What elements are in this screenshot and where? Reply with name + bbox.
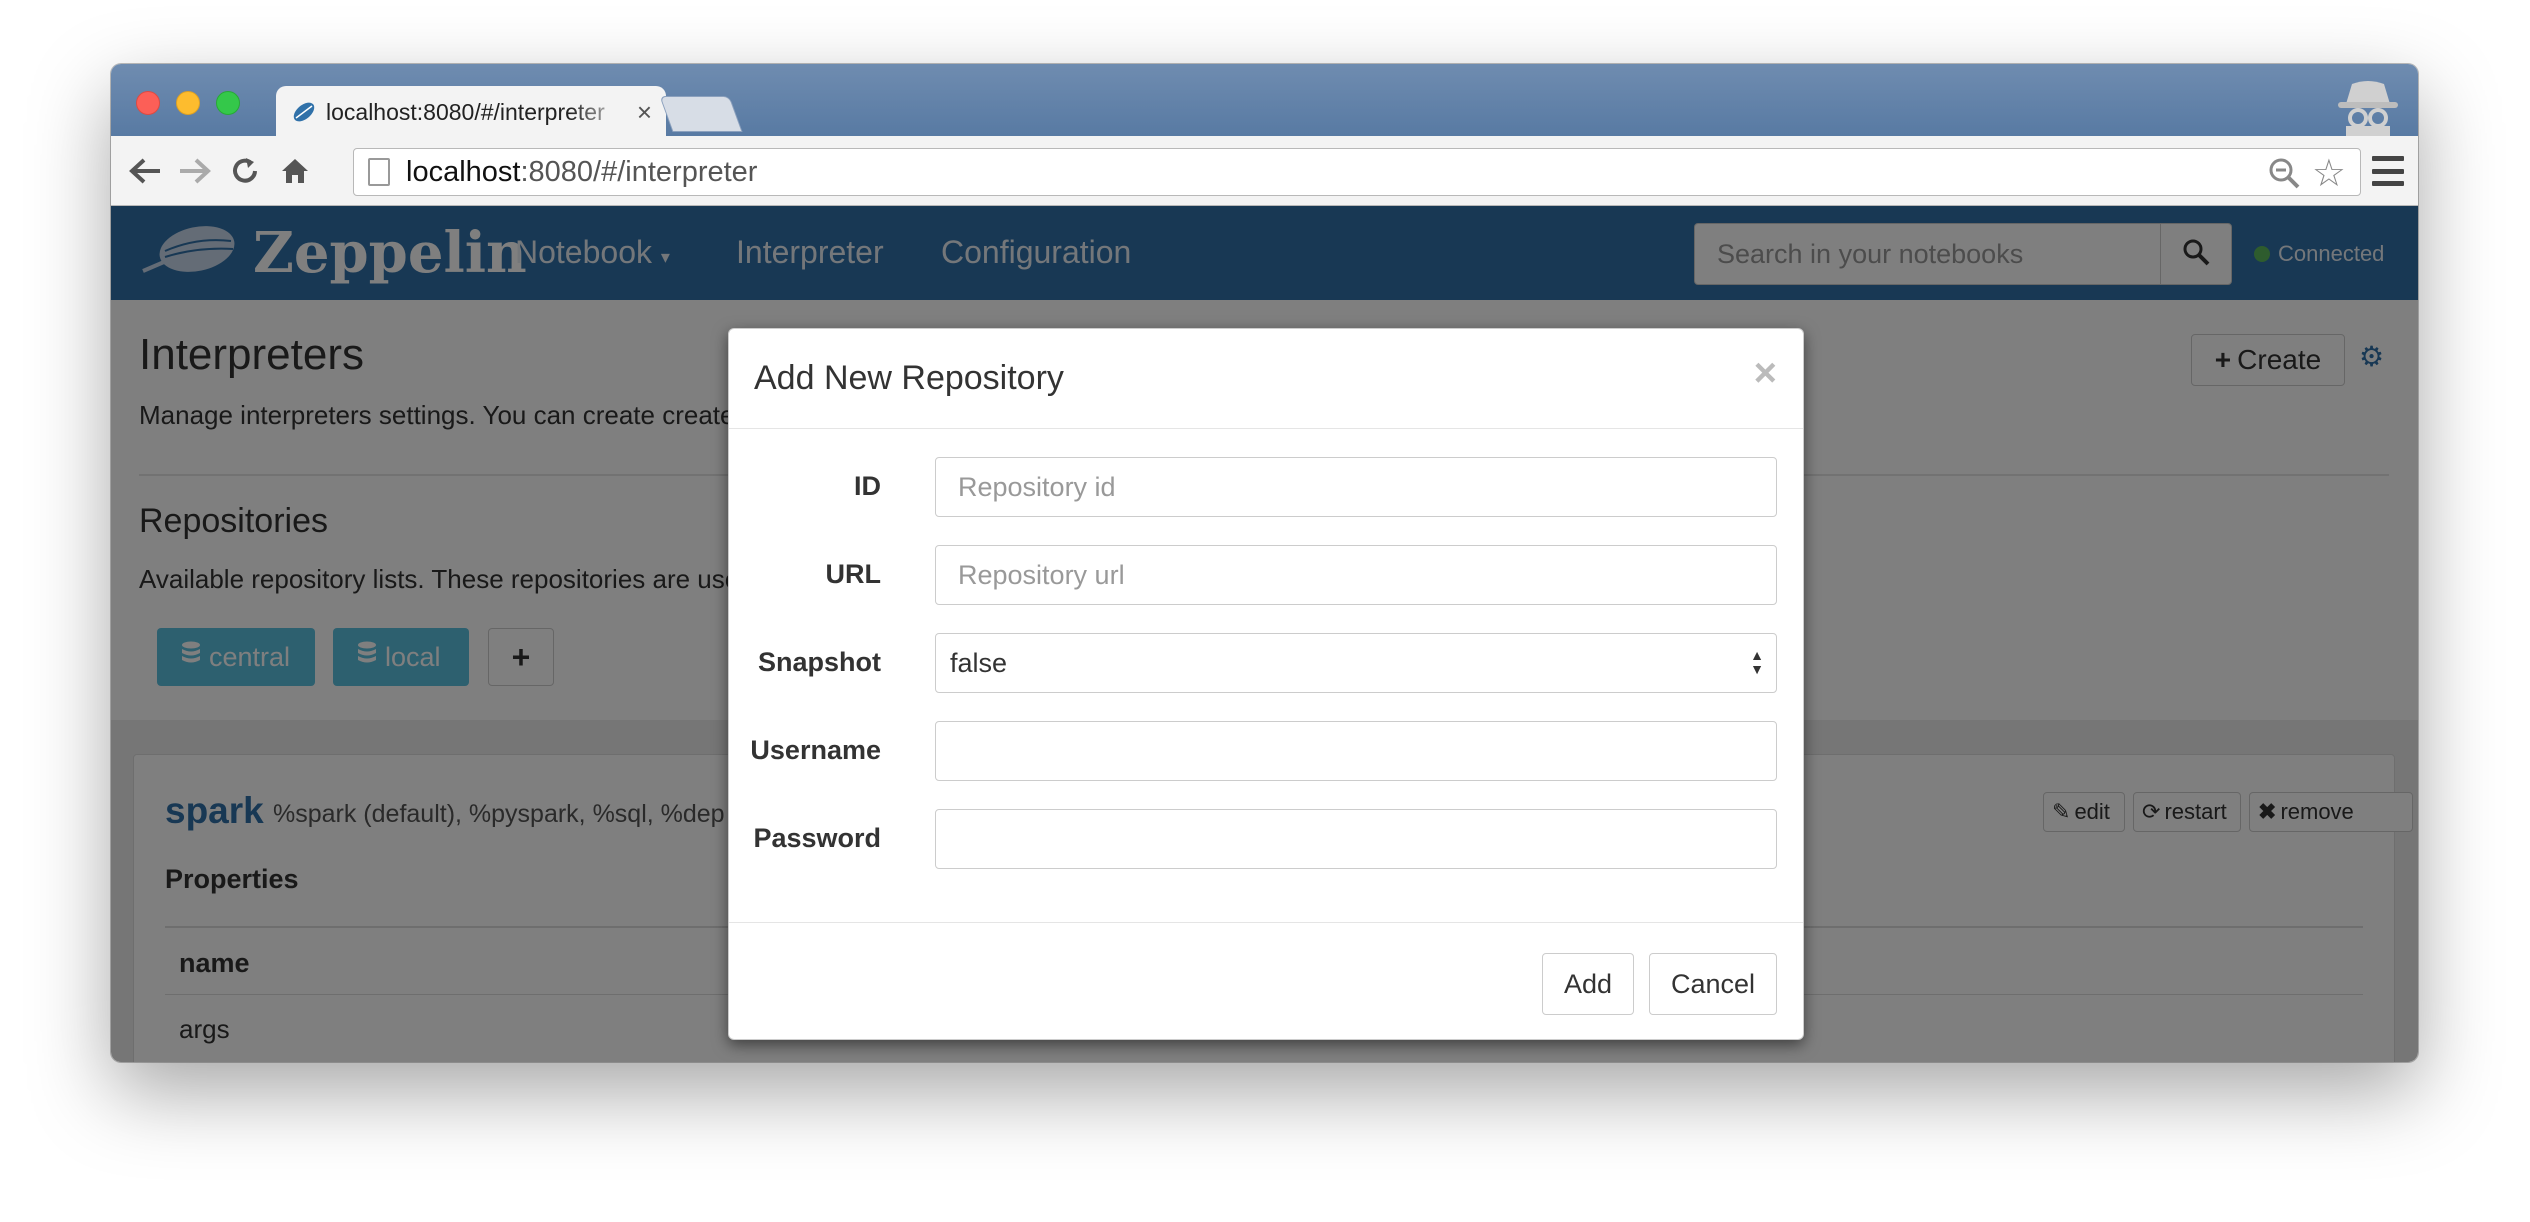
- repository-url-input[interactable]: Repository url: [935, 545, 1777, 605]
- snapshot-value: false: [950, 647, 1008, 678]
- browser-toolbar: localhost:8080/#/interpreter ☆: [111, 136, 2418, 206]
- close-window-button[interactable]: [136, 91, 160, 115]
- add-repository-modal: Add New Repository × ID Repository id UR…: [728, 328, 1804, 1040]
- cancel-button[interactable]: Cancel: [1649, 953, 1777, 1015]
- form-row-username: Username: [729, 721, 1803, 781]
- close-icon[interactable]: ×: [1754, 351, 1777, 396]
- id-label: ID: [854, 471, 881, 501]
- snapshot-label: Snapshot: [757, 647, 881, 677]
- url-host: localhost: [406, 155, 521, 188]
- form-row-url: URL Repository url: [729, 545, 1803, 605]
- minimize-window-button[interactable]: [176, 91, 200, 115]
- browser-tab-active[interactable]: localhost:8080/#/interpreter ×: [276, 86, 666, 138]
- modal-footer: Add Cancel: [729, 922, 1803, 1042]
- browser-menu-icon[interactable]: [2372, 156, 2404, 186]
- snapshot-select[interactable]: false ▲ ▼: [935, 633, 1777, 693]
- page-icon: [368, 158, 390, 186]
- zeppelin-favicon-icon: [290, 98, 318, 126]
- tab-close-icon[interactable]: ×: [637, 97, 652, 128]
- username-label: Username: [750, 735, 881, 765]
- zoom-icon[interactable]: [2268, 157, 2300, 197]
- back-arrow-icon[interactable]: [127, 153, 163, 189]
- url-label: URL: [825, 559, 882, 589]
- url-path: :8080/#/interpreter: [520, 155, 758, 188]
- password-label: Password: [753, 823, 881, 853]
- incognito-icon: [2332, 74, 2404, 136]
- reload-icon[interactable]: [227, 153, 263, 189]
- modal-title: Add New Repository: [754, 359, 1064, 397]
- bookmark-star-icon[interactable]: ☆: [2312, 151, 2346, 196]
- password-input[interactable]: [935, 809, 1777, 869]
- form-row-snapshot: Snapshot false ▲ ▼: [729, 633, 1803, 693]
- forward-arrow-icon[interactable]: [177, 153, 213, 189]
- browser-window: localhost:8080/#/interpreter × localhost…: [111, 64, 2418, 1062]
- page-content: Zeppelin Notebook ▾ Interpreter Configur…: [111, 206, 2418, 1062]
- select-arrows-icon: ▲ ▼: [1750, 647, 1764, 677]
- maximize-window-button[interactable]: [216, 91, 240, 115]
- browser-titlebar: localhost:8080/#/interpreter ×: [111, 64, 2418, 138]
- username-input[interactable]: [935, 721, 1777, 781]
- form-row-id: ID Repository id: [729, 457, 1803, 517]
- add-button[interactable]: Add: [1542, 953, 1634, 1015]
- address-bar[interactable]: localhost:8080/#/interpreter ☆: [353, 148, 2361, 196]
- new-tab-button[interactable]: [659, 96, 743, 132]
- tab-title: localhost:8080/#/interpreter: [326, 98, 605, 125]
- home-icon[interactable]: [277, 153, 313, 189]
- repository-id-input[interactable]: Repository id: [935, 457, 1777, 517]
- form-row-password: Password: [729, 809, 1803, 869]
- modal-header: Add New Repository ×: [729, 329, 1803, 429]
